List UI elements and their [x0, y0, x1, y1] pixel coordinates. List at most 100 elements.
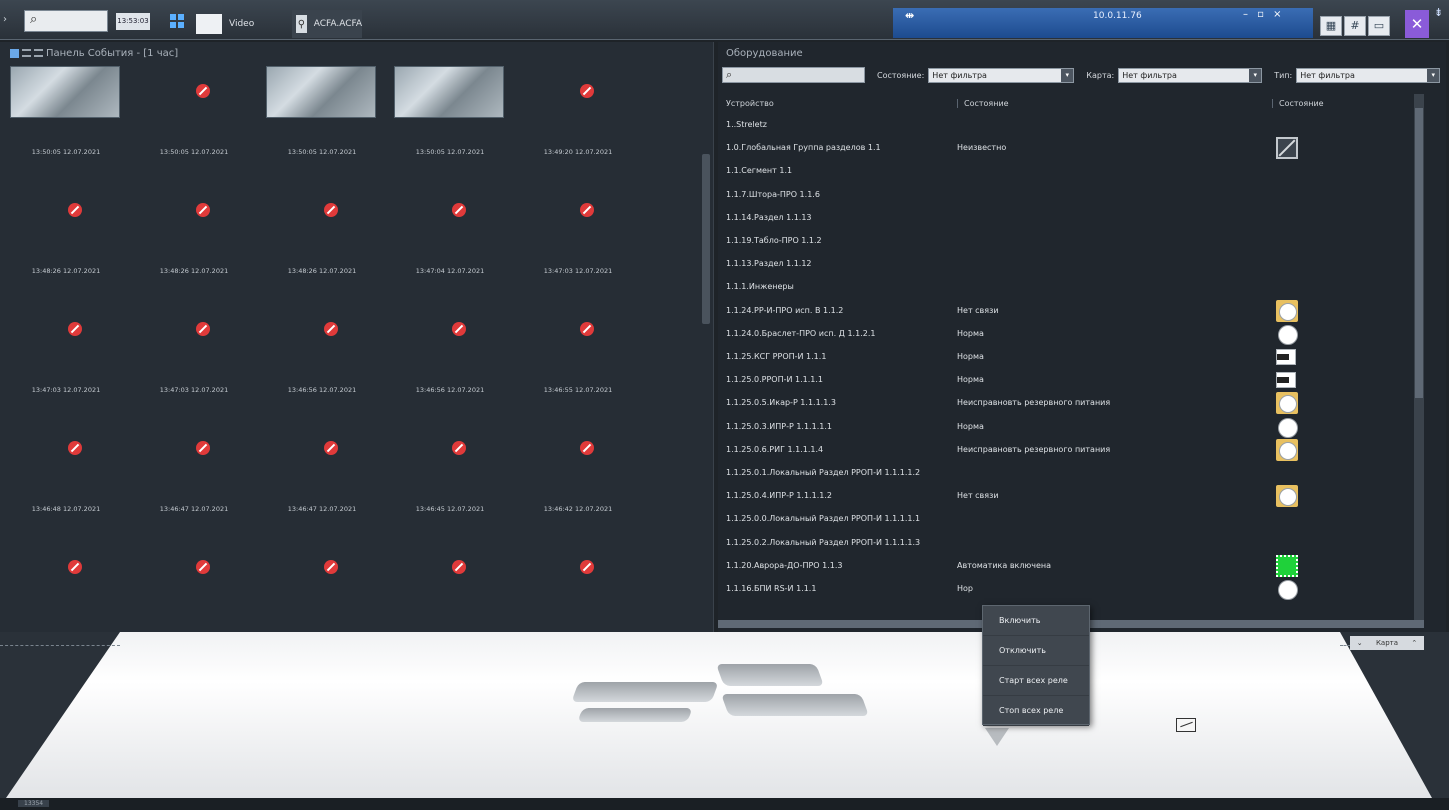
table-row[interactable]: 1.1.25.0.1.Локальный Раздел РРОП-И 1.1.1…: [718, 462, 1418, 485]
device-state: Нет связи: [957, 491, 999, 501]
no-video-placeholder: [394, 423, 504, 475]
tab-video[interactable]: Video: [196, 10, 288, 38]
table-row[interactable]: 1.1.25.0.6.РИГ 1.1.1.1.4 Неисправновть ре…: [718, 438, 1418, 462]
event-tile[interactable]: 13:48:26 12.07.2021: [0, 183, 120, 301]
list-view-icon[interactable]: [22, 49, 31, 57]
table-row[interactable]: 1.1.14.Раздел 1.1.13: [718, 207, 1418, 230]
sensor-icon[interactable]: [1176, 718, 1196, 732]
scrollbar-thumb[interactable]: [1415, 108, 1423, 398]
layout-single-icon[interactable]: ▭: [1368, 16, 1390, 36]
device-state: Норма: [957, 328, 984, 338]
layout-hash-icon[interactable]: #: [1344, 16, 1366, 36]
table-row[interactable]: 1.1.24.0.Браслет-ПРО исп. Д 1.1.2.1 Норма: [718, 323, 1418, 346]
menu-item-start-all-relays[interactable]: Старт всех реле: [983, 666, 1089, 696]
event-tile[interactable]: 13:48:26 12.07.2021: [256, 183, 376, 301]
equipment-search-input[interactable]: ⌕: [722, 67, 865, 83]
table-row[interactable]: 1.1.24.РР-И-ПРО исп. В 1.1.2 Нет связи: [718, 299, 1418, 323]
event-tile[interactable]: 13:46:56 12.07.2021: [256, 302, 376, 420]
search-icon: ⌕: [30, 12, 38, 27]
chevron-down-icon: ⌄: [1356, 639, 1363, 647]
table-row[interactable]: 1.1.16.БПИ RS-И 1.1.1 Нор: [718, 578, 1418, 601]
expand-arrow-icon[interactable]: ›: [3, 14, 15, 26]
table-row[interactable]: 1.1.25.0.5.Икар-Р 1.1.1.1.3 Неисправновть…: [718, 392, 1418, 415]
map-marker-icon[interactable]: [985, 728, 1009, 746]
table-row[interactable]: 1.1.19.Табло-ПРО 1.1.2: [718, 230, 1418, 253]
window-controls[interactable]: – ▫ ×: [1243, 9, 1285, 20]
no-video-placeholder: [522, 304, 632, 356]
state-filter-select[interactable]: Нет фильтра ▾: [928, 67, 1075, 83]
no-video-icon: [68, 560, 82, 574]
no-video-icon: [580, 322, 594, 336]
event-tile[interactable]: 13:50:05 12.07.2021: [384, 64, 504, 182]
table-row[interactable]: 1.1.20.Аврора-ДО-ПРО 1.1.3 Автоматика вкл…: [718, 554, 1418, 578]
no-video-placeholder: [394, 542, 504, 594]
warning-circle-icon: [1276, 392, 1298, 415]
table-row[interactable]: 1.0.Глобальная Группа разделов 1.1 Неизве…: [718, 137, 1418, 160]
table-row[interactable]: 1.1.25.КСГ РРОП-И 1.1.1 Норма: [718, 346, 1418, 369]
normal-circle-icon: [1276, 416, 1298, 438]
tools-icon[interactable]: ✕: [1405, 10, 1429, 38]
no-video-placeholder: [522, 423, 632, 475]
pin-window-icon[interactable]: ⇟: [1434, 6, 1443, 19]
event-tile[interactable]: 13:46:47 12.07.2021: [256, 421, 376, 539]
equipment-vertical-scrollbar[interactable]: [1414, 94, 1424, 622]
event-tile[interactable]: 13:47:03 12.07.2021: [512, 183, 632, 301]
event-timestamp: 13:48:26 12.07.2021: [287, 267, 357, 275]
event-tile[interactable]: 13:46:55 12.07.2021: [512, 302, 632, 420]
building-outline[interactable]: [571, 664, 870, 724]
map-toggle-button[interactable]: ⌄ Карта ⌃: [1350, 636, 1424, 650]
event-timestamp: 13:47:03 12.07.2021: [159, 386, 229, 394]
event-tile[interactable]: 13:46:56 12.07.2021: [384, 302, 504, 420]
event-timestamp: 13:50:05 12.07.2021: [415, 148, 485, 156]
event-tile[interactable]: 13:46:45 12.07.2021: [384, 421, 504, 539]
pin-icon[interactable]: ⇹: [905, 9, 914, 22]
table-row[interactable]: 1.1.7.Штора-ПРО 1.1.6: [718, 184, 1418, 207]
bottom-status-bar: 13354: [0, 798, 1449, 810]
device-name: 1.1.25.0.0.Локальный Раздел РРОП-И 1.1.1…: [726, 514, 921, 524]
tab-acfa[interactable]: ⚲ ACFA.ACFA: [292, 10, 362, 38]
event-tile[interactable]: 13:47:04 12.07.2021: [384, 183, 504, 301]
event-tile[interactable]: 13:50:05 12.07.2021: [128, 64, 248, 182]
search-input[interactable]: ⌕: [24, 10, 108, 32]
event-tile[interactable]: 13:48:26 12.07.2021: [128, 183, 248, 301]
menu-item-enable[interactable]: Включить: [983, 606, 1089, 636]
tile-view-icon[interactable]: [10, 48, 19, 58]
event-tile[interactable]: 13:50:05 12.07.2021: [256, 64, 376, 182]
menu-item-disable[interactable]: Отключить: [983, 636, 1089, 666]
table-row[interactable]: 1.1.25.0.4.ИПР-Р 1.1.1.1.2 Нет связи: [718, 485, 1418, 508]
event-tile[interactable]: 13:50:05 12.07.2021: [0, 64, 120, 182]
event-timestamp: 13:46:47 12.07.2021: [159, 505, 229, 513]
column-device[interactable]: Устройство: [726, 99, 774, 108]
table-row[interactable]: 1.1.25.0.2.Локальный Раздел РРОП-И 1.1.1…: [718, 532, 1418, 555]
table-row[interactable]: 1.1.Сегмент 1.1: [718, 160, 1418, 183]
detail-view-icon[interactable]: [34, 49, 43, 57]
map-filter-select[interactable]: Нет фильтра ▾: [1118, 67, 1263, 83]
video-thumbnail: [196, 14, 222, 34]
table-row[interactable]: 1.1.25.0.РРОП-И 1.1.1.1 Норма: [718, 369, 1418, 392]
column-state-icon[interactable]: Состояние: [1272, 99, 1324, 108]
device-name: 1.1.20.Аврора-ДО-ПРО 1.1.3: [726, 560, 843, 570]
camera-snapshot: [394, 66, 504, 118]
layout-grid-small-icon[interactable]: ▦: [1320, 16, 1342, 36]
events-scrollbar[interactable]: [702, 154, 710, 324]
table-row[interactable]: 1.1.25.0.3.ИПР-Р 1.1.1.1.1 Норма: [718, 416, 1418, 439]
table-row[interactable]: 1..Streletz: [718, 114, 1418, 137]
no-video-placeholder: [522, 542, 632, 594]
event-tile[interactable]: 13:47:03 12.07.2021: [128, 302, 248, 420]
table-row[interactable]: 1.1.13.Раздел 1.1.12: [718, 253, 1418, 276]
column-state[interactable]: Состояние: [957, 99, 1009, 108]
table-row[interactable]: 1.1.25.0.0.Локальный Раздел РРОП-И 1.1.1…: [718, 508, 1418, 531]
event-tile[interactable]: 13:49:20 12.07.2021: [512, 64, 632, 182]
layout-grid-icon[interactable]: [170, 14, 184, 28]
relay-icon: [1276, 372, 1296, 389]
events-panel: Панель События - [1 час] 13:50:05 12.07.…: [0, 42, 714, 632]
event-tile[interactable]: 13:46:42 12.07.2021: [512, 421, 632, 539]
table-row[interactable]: 1.1.1.Инженеры: [718, 276, 1418, 299]
no-video-placeholder: [266, 423, 376, 475]
event-tile[interactable]: 13:46:47 12.07.2021: [128, 421, 248, 539]
menu-item-stop-all-relays[interactable]: Стоп всех реле: [983, 696, 1089, 726]
event-tile[interactable]: 13:47:03 12.07.2021: [0, 302, 120, 420]
event-tile[interactable]: 13:46:48 12.07.2021: [0, 421, 120, 539]
camera-snapshot: [266, 66, 376, 118]
type-filter-select[interactable]: Нет фильтра ▾: [1296, 67, 1441, 83]
